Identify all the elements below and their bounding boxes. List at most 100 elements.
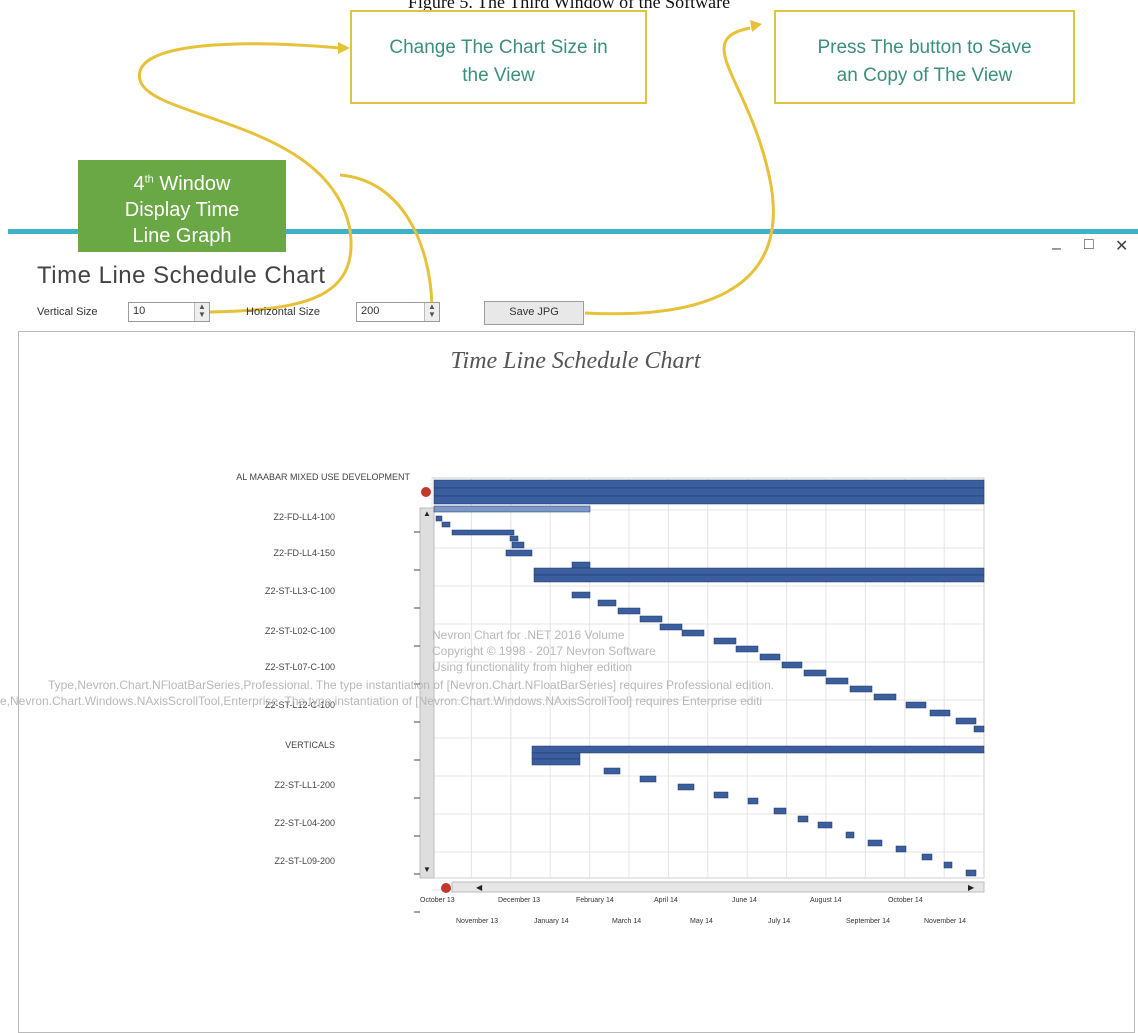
horizontal-size-stepper[interactable]: 200 ▲ ▼ — [356, 302, 440, 322]
hscroll-handle-icon[interactable] — [441, 883, 451, 893]
scroll-down-icon[interactable]: ▼ — [423, 865, 431, 874]
date-label-bottom: January 14 — [534, 918, 569, 925]
date-label-top: October 13 — [420, 897, 455, 904]
scroll-right-icon[interactable]: ▶ — [968, 883, 975, 892]
task-label: VERTICALS — [285, 740, 335, 750]
maximize-icon[interactable]: □ — [1084, 236, 1094, 254]
date-label-top: December 13 — [498, 897, 541, 904]
task-label: Z2-ST-LL1-200 — [274, 780, 335, 790]
gantt-bar[interactable] — [531, 758, 581, 766]
task-label: Z2-ST-L09-200 — [274, 856, 335, 866]
save-jpg-button[interactable]: Save JPG — [484, 301, 584, 325]
gantt-bar[interactable] — [533, 567, 985, 576]
gantt-bar[interactable] — [873, 693, 897, 701]
vertical-scrollbar[interactable] — [419, 507, 435, 879]
gantt-bar[interactable] — [433, 487, 985, 497]
gantt-bar[interactable] — [571, 591, 591, 599]
gantt-bar[interactable] — [955, 717, 977, 725]
gantt-bar[interactable] — [571, 561, 591, 569]
task-label: Z2-ST-L02-C-100 — [264, 626, 335, 636]
gantt-bar[interactable] — [973, 725, 985, 733]
gantt-bar[interactable] — [533, 574, 985, 583]
date-label-bottom: November 13 — [456, 918, 499, 925]
task-label: Z2-ST-L07-C-100 — [264, 662, 335, 672]
arrow-save-jpg — [584, 26, 775, 316]
task-label: Z2-ST-LL3-C-100 — [264, 586, 335, 596]
gantt-bar[interactable] — [825, 677, 849, 685]
axis-ticks — [414, 531, 420, 913]
gantt-bar[interactable] — [659, 623, 683, 631]
gantt-bar[interactable] — [435, 515, 443, 522]
gantt-bar[interactable] — [509, 535, 519, 542]
gantt-bar[interactable] — [441, 521, 451, 528]
gantt-bar[interactable] — [451, 529, 515, 536]
gantt-bar[interactable] — [597, 599, 617, 607]
task-label: Z2-FD-LL4-100 — [273, 512, 335, 522]
window-title: Time Line Schedule Chart — [37, 262, 326, 289]
minimize-icon[interactable]: – — [1052, 240, 1061, 258]
gantt-bar[interactable] — [845, 831, 855, 839]
gantt-bar[interactable] — [511, 541, 525, 549]
gantt-bar[interactable] — [867, 839, 883, 847]
gantt-bar[interactable] — [895, 845, 907, 853]
date-label-bottom: July 14 — [768, 918, 791, 925]
gantt-bar[interactable] — [773, 807, 787, 815]
gantt-bar[interactable] — [929, 709, 951, 717]
task-label: Z2-ST-L04-200 — [274, 818, 335, 828]
horizontal-scrollbar[interactable] — [451, 881, 985, 893]
watermark-line5: e,Nevron.Chart.Windows.NAxisScrollTool,E… — [0, 694, 763, 708]
gantt-bar[interactable] — [965, 869, 977, 877]
gantt-bar[interactable] — [617, 607, 641, 615]
date-label-top: June 14 — [732, 897, 757, 904]
gantt-bar[interactable] — [747, 797, 759, 805]
date-label-bottom: March 14 — [612, 918, 642, 925]
scroll-up-icon[interactable]: ▲ — [423, 509, 431, 518]
close-icon[interactable]: ✕ — [1115, 236, 1128, 256]
gantt-bar[interactable] — [943, 861, 953, 869]
watermark-line4: Type,Nevron.Chart.NFloatBarSeries,Profes… — [48, 678, 775, 692]
vertical-size-value: 10 — [133, 305, 146, 317]
gantt-bar[interactable] — [433, 479, 985, 489]
scroll-left-icon[interactable]: ◀ — [476, 883, 483, 892]
gantt-bar[interactable] — [603, 767, 621, 775]
gantt-bar[interactable] — [713, 791, 729, 799]
scroll-handle-icon[interactable] — [421, 487, 431, 497]
horizontal-size-value: 200 — [361, 305, 380, 317]
gantt-bar[interactable] — [639, 615, 663, 623]
watermark-line1: Nevron Chart for .NET 2016 Volume — [432, 628, 625, 642]
watermark-line3: Using functionality from higher edition — [432, 660, 633, 674]
gantt-bar[interactable] — [433, 495, 985, 505]
spin-arrows-icon[interactable]: ▲ ▼ — [424, 303, 439, 321]
horizontal-size-label: Horizontal Size — [246, 306, 320, 318]
gantt-bar[interactable] — [531, 745, 985, 754]
gantt-bar[interactable] — [803, 669, 827, 677]
date-label-bottom: September 14 — [846, 918, 890, 925]
arrow-horizontal-size — [339, 173, 434, 307]
gantt-bar[interactable] — [505, 549, 533, 557]
gantt-bar[interactable] — [849, 685, 873, 693]
gantt-bar[interactable] — [817, 821, 833, 829]
gantt-bar[interactable] — [905, 701, 927, 709]
gantt-bar[interactable] — [677, 783, 695, 791]
gantt-bar[interactable] — [531, 752, 581, 760]
gantt-bar[interactable] — [921, 853, 933, 861]
gantt-bar[interactable] — [433, 505, 591, 513]
date-label-top: February 14 — [576, 897, 614, 904]
gantt-bar[interactable] — [735, 645, 759, 653]
gantt-bar[interactable] — [781, 661, 803, 669]
spin-arrows-icon[interactable]: ▲ ▼ — [194, 303, 209, 321]
gantt-bar[interactable] — [797, 815, 809, 823]
gantt-bar[interactable] — [713, 637, 737, 645]
date-label-top: October 14 — [888, 897, 923, 904]
gantt-bar[interactable] — [681, 629, 705, 637]
date-label-top: August 14 — [810, 897, 842, 904]
watermark-line2: Copyright © 1998 - 2017 Nevron Software — [432, 644, 656, 658]
task-label: Z2-FD-LL4-150 — [273, 548, 335, 558]
date-label-bottom: May 14 — [690, 918, 713, 925]
task-label: AL MAABAR MIXED USE DEVELOPMENT — [236, 472, 410, 482]
gantt-bar[interactable] — [639, 775, 657, 783]
vertical-size-stepper[interactable]: 10 ▲ ▼ — [128, 302, 210, 322]
date-label-top: April 14 — [654, 897, 678, 904]
date-label-bottom: November 14 — [924, 918, 967, 925]
gantt-bar[interactable] — [759, 653, 781, 661]
